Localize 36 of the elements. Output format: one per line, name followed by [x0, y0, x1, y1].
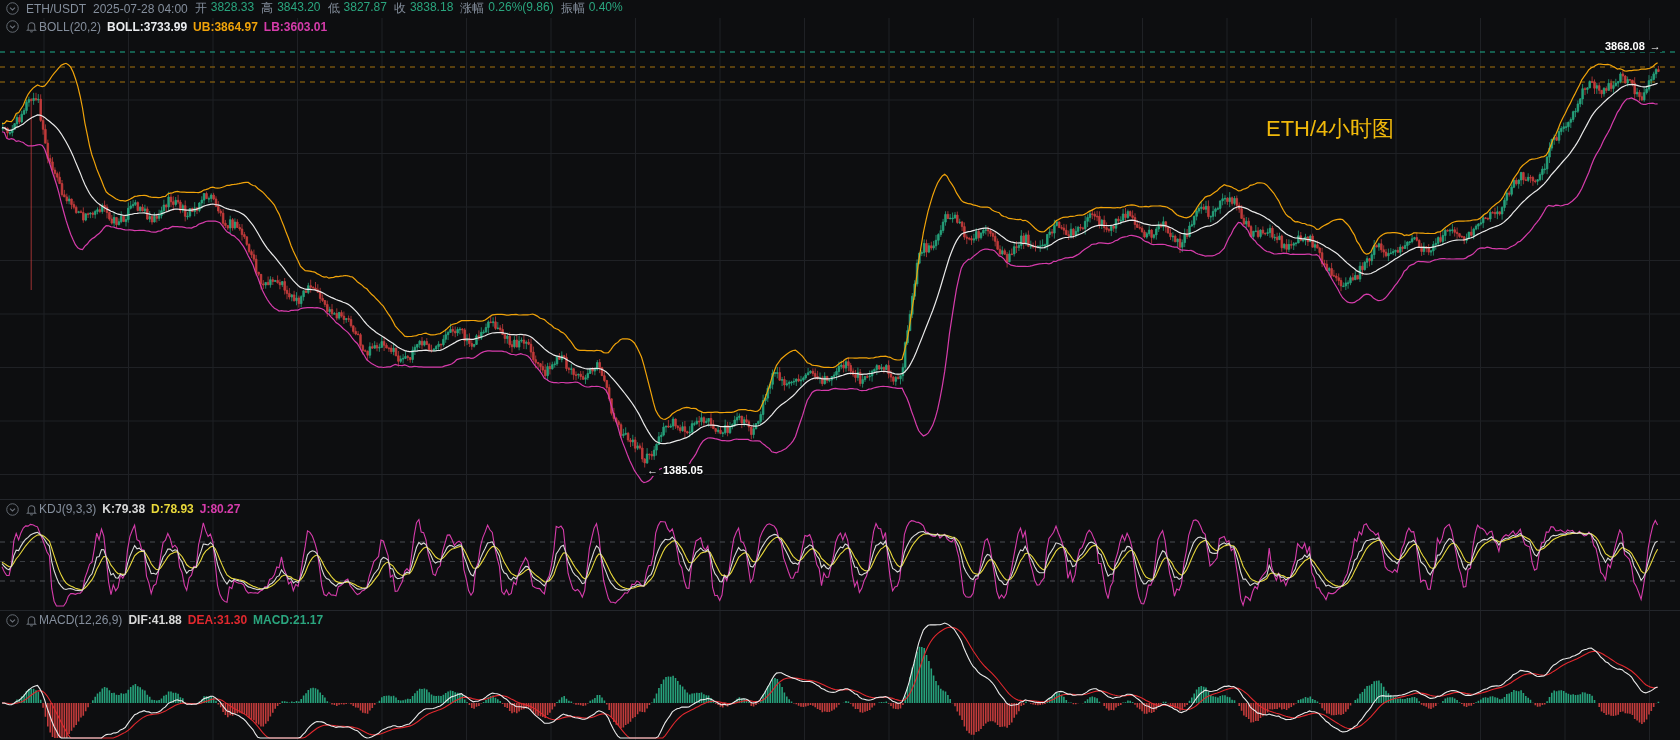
- chart-title: ETH/4小时图: [1266, 114, 1395, 143]
- field-label: 涨幅: [460, 0, 485, 18]
- indicator-name: MACD(12,26,9): [39, 613, 123, 628]
- field-label: 开: [194, 0, 207, 18]
- indicator-name: BOLL(20,2): [39, 19, 102, 34]
- chevron-down-icon[interactable]: [6, 20, 19, 34]
- indicator-value: BOLL:3733.99: [107, 19, 188, 34]
- indicator-value: J:80.27: [199, 502, 241, 517]
- field-label: 收: [393, 0, 406, 18]
- chevron-down-icon[interactable]: [6, 613, 19, 627]
- indicator-value: MACD:21.17: [253, 613, 324, 628]
- field-value: 0.26%(9.86): [488, 0, 554, 17]
- field-value: 3828.33: [210, 0, 255, 17]
- chevron-down-icon[interactable]: [6, 502, 19, 516]
- indicator-name: KDJ(9,3,3): [39, 502, 97, 517]
- field-label: 低: [327, 0, 340, 18]
- field-value: 3843.20: [277, 0, 321, 17]
- field-label: 高: [261, 0, 274, 18]
- indicator-value: DEA:31.30: [187, 613, 248, 628]
- field-label: 振幅: [560, 0, 585, 18]
- indicator-value: UB:3864.97: [193, 19, 258, 34]
- chevron-down-icon[interactable]: [6, 2, 19, 16]
- price-marker: 3868.08: [1604, 39, 1646, 52]
- indicator-value: K:79.38: [102, 502, 146, 517]
- price-marker: 1385.05: [662, 463, 704, 476]
- indicator-value: DIF:41.88: [128, 613, 182, 628]
- indicator-value: LB:3603.01: [263, 19, 328, 34]
- field-value: 3838.18: [409, 0, 454, 17]
- bell-icon[interactable]: [25, 20, 38, 34]
- bell-icon[interactable]: [25, 502, 38, 516]
- symbol-label: ETH/USDT: [26, 2, 86, 16]
- timestamp: 2025-07-28 04:00: [93, 2, 188, 16]
- field-value: 3827.87: [343, 0, 387, 17]
- field-value: 0.40%: [588, 0, 623, 17]
- indicator-value: D:78.93: [151, 502, 194, 517]
- bell-icon[interactable]: [25, 613, 38, 627]
